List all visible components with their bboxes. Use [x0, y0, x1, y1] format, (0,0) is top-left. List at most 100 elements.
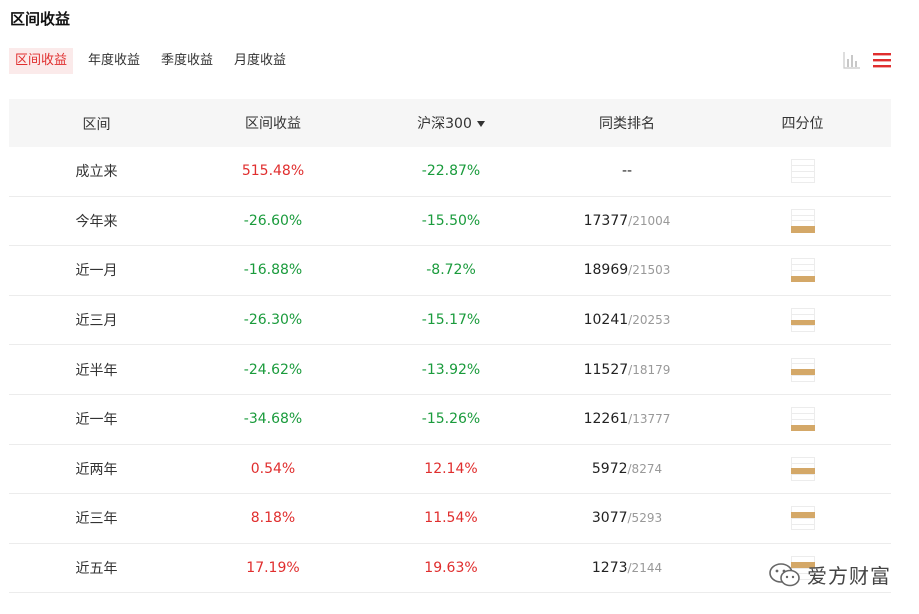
csi300-return-cell: -15.17% — [421, 312, 481, 329]
quartile-cell — [714, 246, 891, 295]
period-cell: 近三年 — [75, 511, 118, 528]
list-icon — [873, 53, 891, 68]
csi300-return-cell: -22.87% — [421, 163, 481, 180]
quartile-cell — [714, 395, 891, 444]
watermark-text: 爱方财富 — [807, 564, 891, 588]
table-row: 近两年 0.54% 12.14% 5972/8274 — [9, 445, 891, 495]
header-csi300-label: 沪深300 — [417, 116, 472, 132]
quartile-segment — [790, 275, 815, 283]
view-toggle — [832, 50, 892, 70]
rank-total: /21004 — [628, 213, 671, 228]
quartile-indicator — [790, 159, 815, 184]
interval-return-cell: -24.62% — [243, 361, 303, 378]
csi300-return-cell: 19.63% — [424, 560, 478, 577]
header-csi300[interactable]: 沪深300 — [362, 99, 540, 147]
header-period: 区间 — [82, 117, 111, 133]
quartile-cell — [714, 296, 891, 345]
rank-total: /21503 — [628, 263, 671, 278]
quartile-indicator — [790, 208, 815, 233]
tab-quarterly-return[interactable]: 季度收益 — [155, 48, 219, 74]
rank-total: /18179 — [628, 362, 671, 377]
period-tabs: 区间收益 年度收益 季度收益 月度收益 — [9, 48, 301, 74]
peer-rank-cell: 10241/20253 — [540, 296, 714, 345]
period-cell: 近半年 — [75, 362, 118, 379]
tab-monthly-return[interactable]: 月度收益 — [228, 48, 292, 74]
period-cell: 今年来 — [75, 213, 118, 230]
sort-down-icon[interactable] — [476, 121, 485, 127]
csi300-return-cell: -8.72% — [426, 262, 476, 279]
header-peer-rank: 同类排名 — [599, 116, 655, 132]
table-row: 近三年 8.18% 11.54% 3077/5293 — [9, 494, 891, 544]
peer-rank-cell: 12261/13777 — [540, 395, 714, 444]
period-cell: 近三月 — [75, 313, 118, 330]
returns-table: 区间 区间收益 沪深300 同类排名 四分位 成立来 515.48% -22.87%… — [9, 99, 891, 594]
quartile-segment — [790, 226, 815, 233]
period-cell: 成立来 — [75, 164, 118, 181]
interval-return-cell: -16.88% — [243, 262, 303, 279]
quartile-segment — [790, 325, 815, 333]
interval-return-cell: 17.19% — [246, 560, 300, 577]
bar-chart-icon — [843, 52, 860, 69]
interval-return-cell: -26.30% — [243, 312, 303, 329]
rank-value: 17377 — [583, 212, 629, 229]
rank-total: /2144 — [627, 561, 663, 576]
csi300-return-cell: 12.14% — [424, 460, 478, 477]
quartile-cell — [714, 494, 891, 543]
quartile-cell — [714, 445, 891, 494]
peer-rank-cell: 5972/8274 — [540, 445, 714, 494]
rank-value: 1273 — [591, 560, 628, 577]
peer-rank-cell: 3077/5293 — [540, 494, 714, 543]
quartile-segment — [790, 424, 815, 432]
interval-return-cell: 8.18% — [250, 510, 296, 527]
csi300-return-cell: -15.26% — [421, 411, 481, 428]
header-interval-return: 区间收益 — [245, 116, 301, 132]
period-cell: 近一月 — [75, 263, 118, 280]
table-row: 近一年 -34.68% -15.26% 12261/13777 — [9, 395, 891, 445]
table-row: 成立来 515.48% -22.87% -- — [9, 147, 891, 197]
peer-rank-cell: -- — [540, 147, 714, 196]
chart-view-button[interactable] — [842, 50, 862, 70]
rank-total: /5293 — [627, 511, 663, 526]
rank-total: /8274 — [627, 461, 663, 476]
quartile-indicator — [790, 407, 815, 432]
quartile-cell — [714, 345, 891, 394]
csi300-return-cell: 11.54% — [424, 510, 478, 527]
rank-total: /13777 — [628, 412, 671, 427]
peer-rank-cell: 17377/21004 — [540, 197, 714, 246]
period-cell: 近两年 — [75, 461, 118, 478]
quartile-indicator — [790, 308, 815, 333]
table-row: 近半年 -24.62% -13.92% 11527/18179 — [9, 345, 891, 395]
rank-value: 10241 — [583, 312, 629, 329]
quartile-indicator — [790, 506, 815, 531]
rank-value: -- — [621, 163, 633, 180]
quartile-cell — [714, 197, 891, 246]
table-row: 近三月 -26.30% -15.17% 10241/20253 — [9, 296, 891, 346]
tab-interval-return[interactable]: 区间收益 — [9, 48, 74, 74]
interval-return-cell: 0.54% — [250, 460, 296, 477]
quartile-segment — [790, 176, 815, 184]
watermark: 爱方财富 — [767, 560, 891, 589]
quartile-segment — [790, 374, 815, 382]
table-row: 近一月 -16.88% -8.72% 18969/21503 — [9, 246, 891, 296]
csi300-return-cell: -13.92% — [421, 361, 481, 378]
table-body: 成立来 515.48% -22.87% -- 今年来 -26.60% -15.50% 1737… — [9, 147, 891, 594]
peer-rank-cell: 1273/2144 — [540, 544, 714, 593]
rank-value: 11527 — [583, 361, 629, 378]
quartile-indicator — [790, 357, 815, 382]
peer-rank-cell: 18969/21503 — [540, 246, 714, 295]
rank-total: /20253 — [628, 313, 671, 328]
tab-annual-return[interactable]: 年度收益 — [82, 48, 146, 74]
rank-value: 18969 — [583, 262, 629, 279]
rank-value: 12261 — [583, 411, 629, 428]
interval-return-cell: -26.60% — [243, 212, 303, 229]
rank-value: 3077 — [591, 510, 628, 527]
rank-value: 5972 — [591, 460, 628, 477]
quartile-segment — [790, 523, 815, 531]
period-cell: 近一年 — [75, 412, 118, 429]
peer-rank-cell: 11527/18179 — [540, 345, 714, 394]
table-row: 近五年 17.19% 19.63% 1273/2144 — [9, 544, 891, 594]
list-view-button[interactable] — [872, 50, 892, 70]
quartile-indicator — [790, 456, 815, 481]
quartile-cell — [714, 147, 891, 196]
wechat-icon — [769, 562, 800, 586]
